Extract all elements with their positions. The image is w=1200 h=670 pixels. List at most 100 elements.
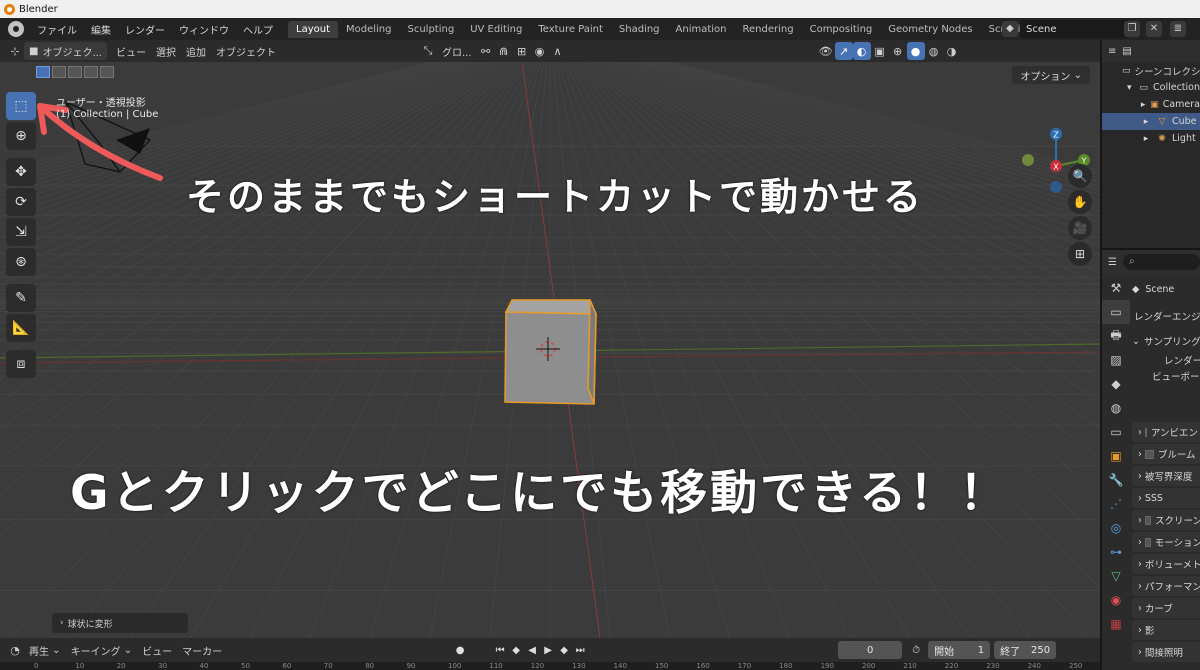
- proportional-edit-icon[interactable]: ◉: [531, 42, 549, 60]
- outliner-row-collection[interactable]: ▾ ▭ Collection: [1102, 79, 1200, 96]
- panel-screen-space-reflections[interactable]: › スクリーン: [1132, 510, 1200, 530]
- camera-view-icon[interactable]: 🎥: [1068, 216, 1092, 240]
- output-tab-icon[interactable]: 🖶: [1102, 324, 1130, 348]
- snap-increment-icon[interactable]: ⊞: [513, 42, 531, 60]
- visibility-icon[interactable]: 👁: [817, 42, 835, 60]
- jump-start-icon[interactable]: ⏮: [492, 642, 508, 658]
- properties-search[interactable]: ⌕: [1122, 254, 1200, 270]
- data-tab-icon[interactable]: ▽: [1102, 564, 1130, 588]
- material-tab-icon[interactable]: ◉: [1102, 588, 1130, 612]
- outliner-row-scene-collection[interactable]: ▭ シーンコレクション: [1102, 62, 1200, 79]
- tab-rendering[interactable]: Rendering: [735, 21, 802, 38]
- 3d-viewport[interactable]: オプション ⌄ ユーザー・透視投影 (1) Collection | Cube …: [0, 62, 1100, 638]
- move-tool-icon[interactable]: ✥: [6, 158, 36, 186]
- checkbox[interactable]: [1144, 449, 1154, 459]
- panel-motion-blur[interactable]: › モーション: [1132, 532, 1200, 552]
- collection-tab-icon[interactable]: ▭: [1102, 420, 1130, 444]
- gizmo-neg-z-axis[interactable]: [1050, 181, 1062, 193]
- current-frame-field[interactable]: 0: [838, 641, 903, 659]
- tab-uv-editing[interactable]: UV Editing: [462, 21, 530, 38]
- timeline-ruler[interactable]: 0 10 20 30 40 50 60 70 80 90 100 110 120 130 140 150 160…: [0, 662, 1100, 670]
- checkbox[interactable]: [1144, 537, 1151, 547]
- menu-render[interactable]: レンダー: [118, 22, 172, 37]
- select-new-icon[interactable]: [36, 66, 50, 78]
- panel-depth-of-field[interactable]: › 被写界深度: [1132, 466, 1200, 486]
- particles-tab-icon[interactable]: ⋰: [1102, 492, 1130, 516]
- tab-sculpting[interactable]: Sculpting: [400, 21, 463, 38]
- select-intersect-icon[interactable]: [100, 66, 114, 78]
- panel-performance[interactable]: › パフォーマンス: [1132, 576, 1200, 596]
- new-scene-icon[interactable]: ❐: [1124, 21, 1140, 37]
- pivot-icon[interactable]: ⚯: [477, 42, 495, 60]
- select-subtract-icon[interactable]: [68, 66, 82, 78]
- gizmo-toggle-icon[interactable]: ↗: [834, 42, 853, 60]
- start-frame-field[interactable]: 開始 1: [928, 641, 991, 659]
- zoom-icon[interactable]: 🔍: [1068, 164, 1092, 188]
- outliner-row-camera[interactable]: ▸ ▣ Camera: [1102, 96, 1200, 113]
- menu-playback[interactable]: 再生 ⌄: [24, 641, 66, 659]
- render-tab-icon[interactable]: ▭: [1102, 300, 1130, 324]
- tool-tab-icon[interactable]: ⚒: [1102, 276, 1130, 300]
- physics-tab-icon[interactable]: ◎: [1102, 516, 1130, 540]
- select-box-tool-icon[interactable]: ⬚: [6, 92, 36, 120]
- properties-editor-icon[interactable]: ☰: [1108, 257, 1117, 268]
- texture-tab-icon[interactable]: ▦: [1102, 612, 1130, 636]
- panel-curves[interactable]: › カーブ: [1132, 598, 1200, 618]
- rotate-tool-icon[interactable]: ⟳: [6, 188, 36, 216]
- collapse-icon[interactable]: ▾: [1124, 82, 1135, 94]
- gizmo-neg-y-axis[interactable]: [1022, 154, 1034, 166]
- outliner-row-light[interactable]: ▸ ✺ Light: [1102, 130, 1200, 147]
- menu-marker[interactable]: マーカー: [177, 641, 227, 659]
- mode-selector[interactable]: ■ オブジェク...: [24, 42, 107, 60]
- sampling-panel[interactable]: ⌄ サンプリング: [1132, 330, 1200, 352]
- annotate-tool-icon[interactable]: ✎: [6, 284, 36, 312]
- outliner-editor-icon[interactable]: ≡: [1108, 46, 1116, 57]
- rendered-shading-icon[interactable]: ◑: [943, 42, 961, 60]
- menu-file[interactable]: ファイル: [30, 22, 84, 37]
- transform-tool-icon[interactable]: ⊛: [6, 248, 36, 276]
- snap-icon[interactable]: ⋒: [495, 42, 513, 60]
- expand-icon[interactable]: ▸: [1140, 133, 1152, 145]
- tab-geometry-nodes[interactable]: Geometry Nodes: [880, 21, 980, 38]
- constraints-tab-icon[interactable]: ⊶: [1102, 540, 1130, 564]
- modifier-tab-icon[interactable]: 🔧: [1102, 468, 1130, 492]
- panel-sss[interactable]: › SSS: [1132, 488, 1200, 508]
- prev-keyframe-icon[interactable]: ◆: [508, 642, 524, 658]
- menu-timeline-view[interactable]: ビュー: [137, 641, 177, 659]
- falloff-icon[interactable]: ∧: [549, 42, 567, 60]
- panel-ambient-occlusion[interactable]: › アンビエント: [1132, 422, 1200, 442]
- view-layer-tab-icon[interactable]: ▨: [1102, 348, 1130, 372]
- play-icon[interactable]: ▶: [540, 642, 556, 658]
- editor-type-icon[interactable]: ⊹: [6, 42, 24, 60]
- panel-shadows[interactable]: › 影: [1132, 620, 1200, 640]
- expand-icon[interactable]: ▸: [1140, 116, 1152, 128]
- menu-edit[interactable]: 編集: [84, 22, 118, 37]
- scene-icon[interactable]: ◆: [1002, 21, 1018, 37]
- wireframe-shading-icon[interactable]: ⊕: [889, 42, 907, 60]
- options-button[interactable]: オプション ⌄: [1012, 66, 1090, 84]
- panel-bloom[interactable]: › ブルーム: [1132, 444, 1200, 464]
- play-reverse-icon[interactable]: ◀: [524, 642, 540, 658]
- orientation-selector[interactable]: グロ...: [437, 42, 477, 60]
- material-shading-icon[interactable]: ◍: [925, 42, 943, 60]
- record-icon[interactable]: ●: [452, 642, 468, 658]
- menu-object[interactable]: オブジェクト: [211, 42, 281, 60]
- expand-icon[interactable]: ▸: [1140, 99, 1146, 111]
- perspective-grid-icon[interactable]: ⊞: [1068, 242, 1092, 266]
- next-keyframe-icon[interactable]: ◆: [556, 642, 572, 658]
- overlay-toggle-icon[interactable]: ◐: [852, 42, 871, 60]
- menu-window[interactable]: ウィンドウ: [172, 22, 236, 37]
- world-tab-icon[interactable]: ◍: [1102, 396, 1130, 420]
- menu-select[interactable]: 選択: [151, 42, 181, 60]
- select-extend-icon[interactable]: [52, 66, 66, 78]
- last-operator-panel[interactable]: › 球状に変形: [52, 613, 188, 633]
- cursor-tool-icon[interactable]: ⊕: [6, 122, 36, 150]
- view-layer-icon[interactable]: ≣: [1170, 21, 1186, 37]
- end-frame-field[interactable]: 終了 250: [994, 641, 1057, 659]
- tab-shading[interactable]: Shading: [611, 21, 668, 38]
- solid-shading-icon[interactable]: ●: [906, 42, 925, 60]
- checkbox[interactable]: [1144, 427, 1147, 437]
- menu-add[interactable]: 追加: [181, 42, 211, 60]
- tab-compositing[interactable]: Compositing: [802, 21, 881, 38]
- tab-texture-paint[interactable]: Texture Paint: [530, 21, 611, 38]
